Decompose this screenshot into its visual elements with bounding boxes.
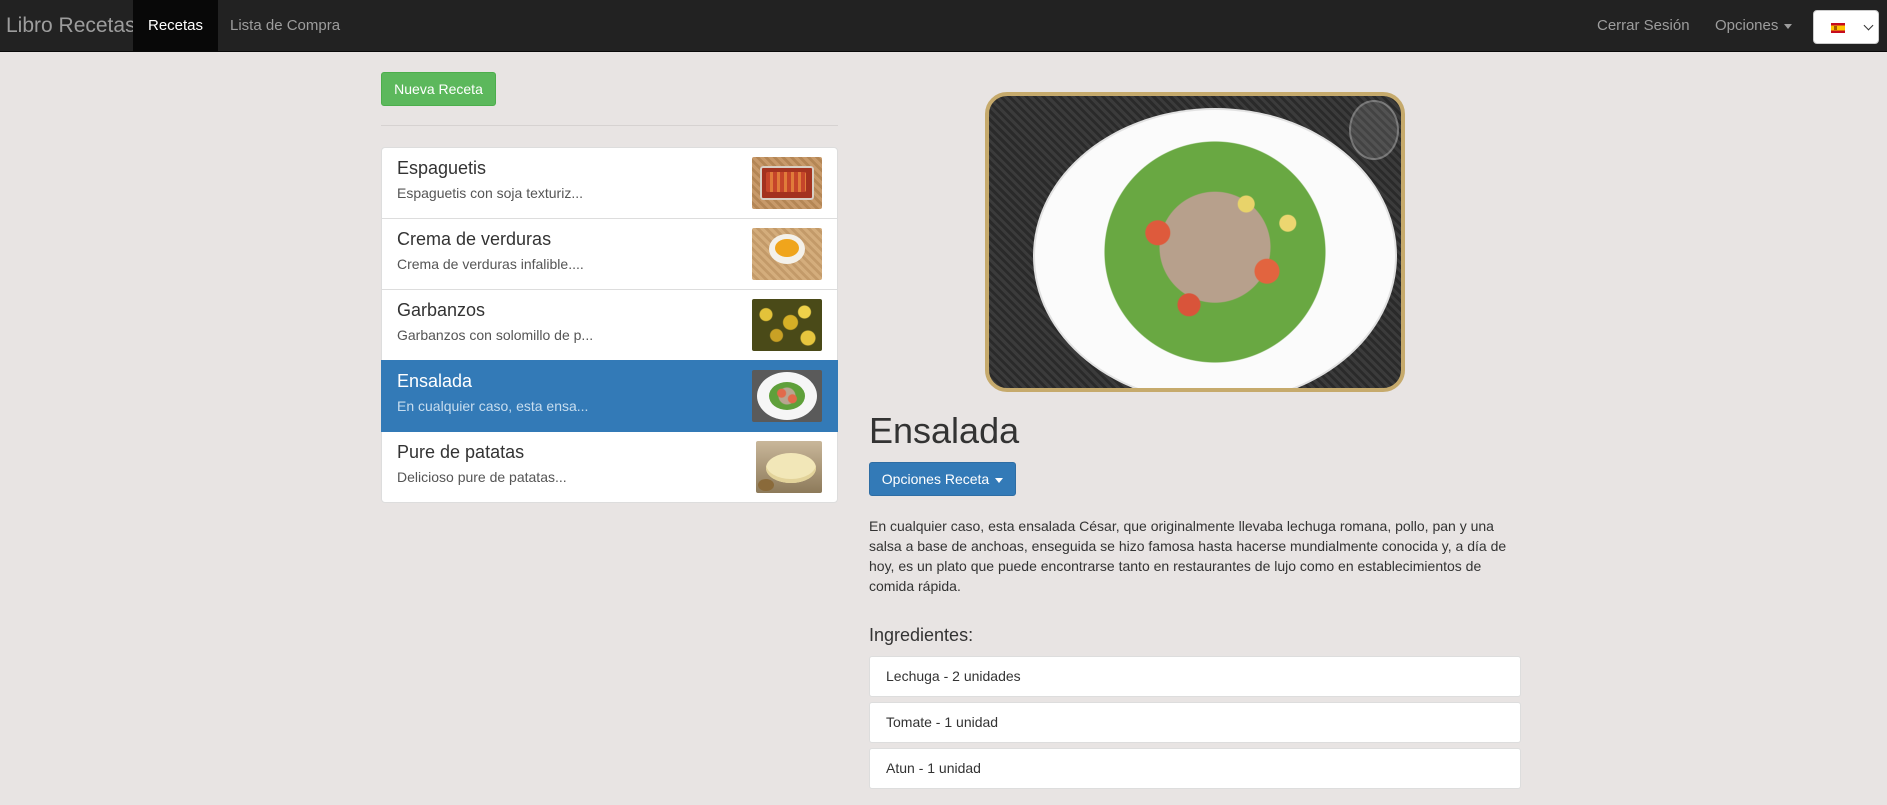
top-navbar: Libro Recetas Recetas Lista de Compra Ce… [0, 0, 1887, 52]
salad-thumbnail [752, 370, 822, 422]
recipe-description: Crema de verduras infalible.... [397, 256, 584, 272]
caret-down-icon [1784, 23, 1793, 29]
mashed-potatoes-thumbnail [756, 441, 822, 493]
recipe-title: Crema de verduras [397, 229, 552, 249]
options-dropdown[interactable]: Opciones [1700, 0, 1807, 52]
recipe-title: Garbanzos [397, 300, 486, 320]
recipe-item-ensalada[interactable]: Ensalada En cualquier caso, esta ensa... [381, 360, 838, 432]
recipe-item-crema-verduras[interactable]: Crema de verduras Crema de verduras infa… [381, 218, 838, 290]
recipe-detail-description: En cualquier caso, esta ensalada César, … [869, 518, 1507, 594]
recipe-title: Pure de patatas [397, 442, 525, 462]
recipe-item-espaguetis[interactable]: Espaguetis Espaguetis con soja texturiz.… [381, 147, 838, 219]
ingredient-item: Tomate - 1 unidad [869, 702, 1521, 743]
spain-flag-icon [1831, 23, 1845, 33]
recipe-description: Garbanzos con solomillo de p... [397, 327, 594, 343]
recipe-description: Espaguetis con soja texturiz... [397, 185, 583, 201]
chevron-down-icon [1863, 20, 1874, 31]
brand-link[interactable]: Libro Recetas [6, 0, 136, 52]
nav-tab-lista-compra[interactable]: Lista de Compra [215, 0, 355, 52]
recipe-item-garbanzos[interactable]: Garbanzos Garbanzos con solomillo de p..… [381, 289, 838, 361]
recipe-options-label: Opciones Receta [881, 471, 990, 487]
nav-tab-recetas[interactable]: Recetas [133, 0, 219, 52]
language-select[interactable] [1813, 10, 1879, 44]
logout-link[interactable]: Cerrar Sesión [1582, 0, 1705, 52]
caret-down-icon [995, 477, 1004, 483]
cream-soup-thumbnail [752, 228, 822, 280]
recipe-list: Espaguetis Espaguetis con soja texturiz.… [381, 147, 838, 503]
recipe-title: Espaguetis [397, 158, 487, 178]
divider [381, 125, 838, 126]
ingredient-item: Atun - 1 unidad [869, 748, 1521, 789]
recipe-image [985, 92, 1405, 392]
recipe-item-pure-patatas[interactable]: Pure de patatas Delicioso pure de patata… [381, 431, 838, 503]
recipe-detail-title: Ensalada [869, 410, 1020, 451]
spaghetti-thumbnail [752, 157, 822, 209]
recipe-options-button[interactable]: Opciones Receta [869, 462, 1016, 496]
ingredient-item: Lechuga - 2 unidades [869, 656, 1521, 697]
recipe-title: Ensalada [397, 371, 473, 391]
glass-graphic [1349, 100, 1399, 160]
options-label: Opciones [1715, 17, 1779, 34]
new-recipe-button[interactable]: Nueva Receta [381, 72, 496, 106]
ingredients-heading: Ingredientes: [869, 625, 974, 645]
chickpeas-thumbnail [752, 299, 822, 351]
ingredients-list: Lechuga - 2 unidades Tomate - 1 unidad A… [869, 656, 1521, 794]
recipe-description: Delicioso pure de patatas... [397, 469, 567, 485]
recipe-description: En cualquier caso, esta ensa... [397, 398, 589, 414]
